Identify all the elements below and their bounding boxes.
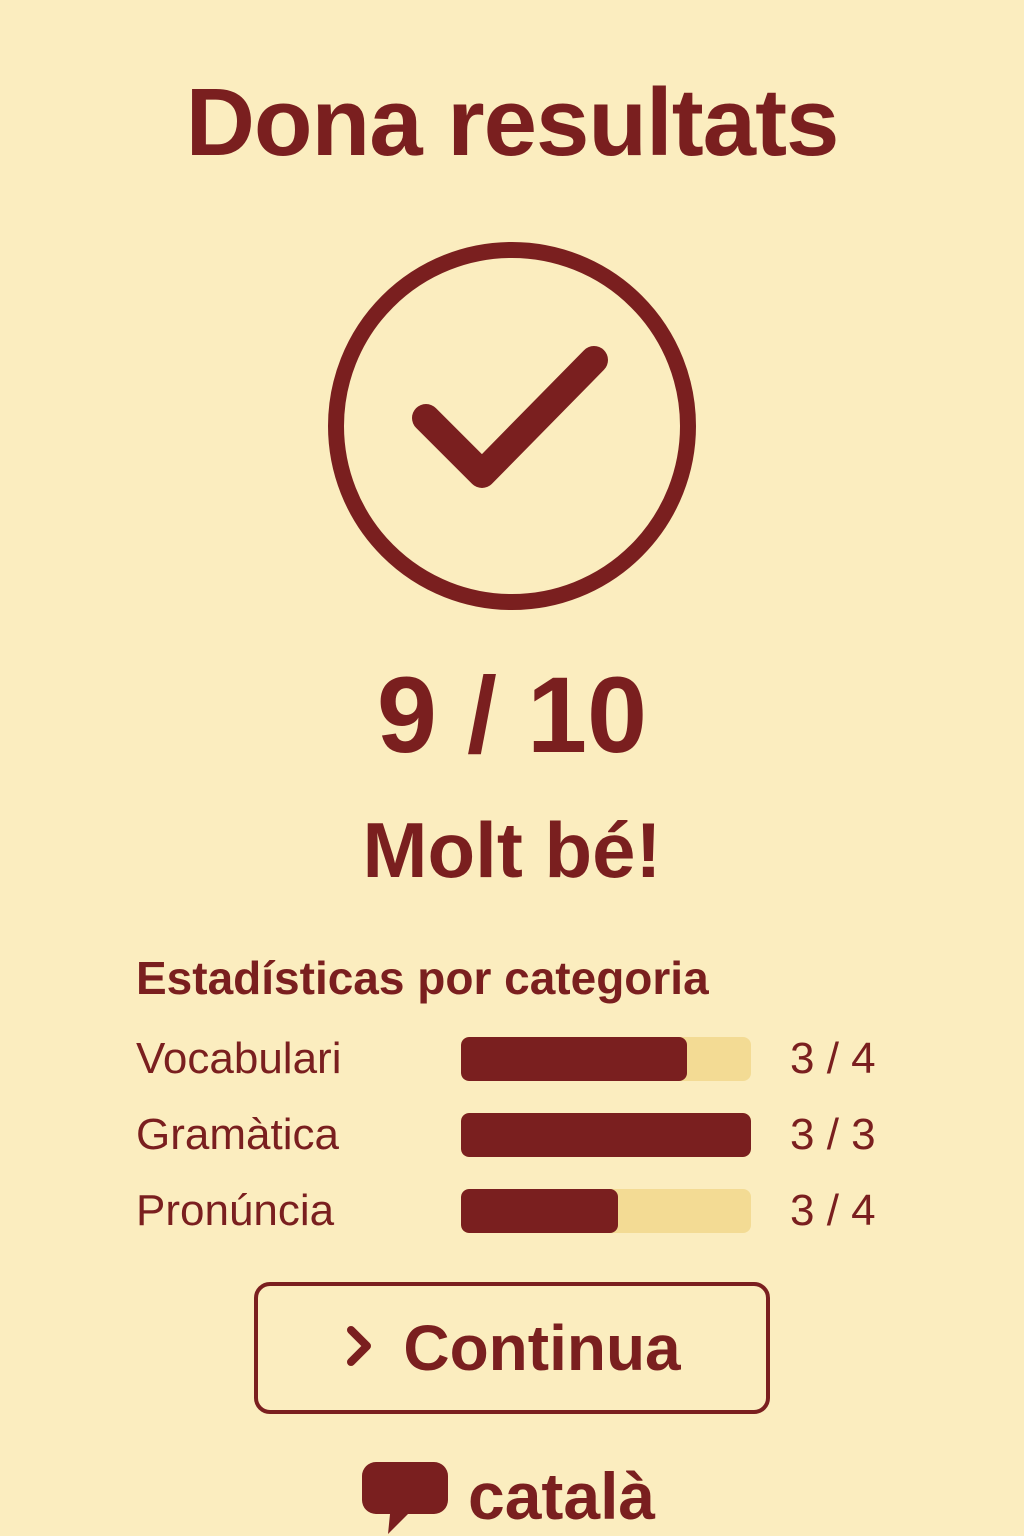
stat-row-pronuncia: Pronúncia 3 / 4 bbox=[136, 1186, 896, 1236]
language-brand: català bbox=[360, 1456, 655, 1536]
stat-value: 3 / 4 bbox=[790, 1034, 876, 1083]
brand-label: català bbox=[468, 1459, 656, 1533]
stat-progress-bar bbox=[461, 1189, 751, 1233]
stat-progress-bar bbox=[461, 1113, 751, 1157]
stats-title: Estadísticas por categoria bbox=[136, 952, 709, 1004]
score-text: 9 / 10 bbox=[376, 654, 648, 775]
speech-bubble-icon bbox=[360, 1456, 450, 1536]
check-circle-icon bbox=[326, 240, 698, 612]
stat-progress-bar bbox=[461, 1037, 751, 1081]
stat-label: Pronúncia bbox=[136, 1186, 335, 1235]
results-screen: Dona resultats 9 / 10 Molt bé! Estadísti… bbox=[0, 0, 1024, 1536]
stat-progress-fill bbox=[461, 1037, 688, 1081]
continue-button[interactable]: Continua bbox=[254, 1282, 770, 1414]
stat-label: Gramàtica bbox=[136, 1110, 339, 1159]
stat-value: 3 / 4 bbox=[790, 1186, 876, 1235]
verdict-text: Molt bé! bbox=[362, 806, 662, 894]
stat-progress-fill bbox=[461, 1113, 751, 1157]
stat-label: Vocabulari bbox=[136, 1034, 342, 1083]
stat-progress-fill bbox=[461, 1189, 618, 1233]
chevron-right-icon bbox=[343, 1324, 375, 1373]
page-title: Dona resultats bbox=[185, 69, 840, 176]
continue-button-label: Continua bbox=[403, 1312, 681, 1384]
stat-value: 3 / 3 bbox=[790, 1110, 876, 1159]
stat-row-vocabulari: Vocabulari 3 / 4 bbox=[136, 1034, 896, 1084]
stat-row-gramatica: Gramàtica 3 / 3 bbox=[136, 1110, 896, 1160]
